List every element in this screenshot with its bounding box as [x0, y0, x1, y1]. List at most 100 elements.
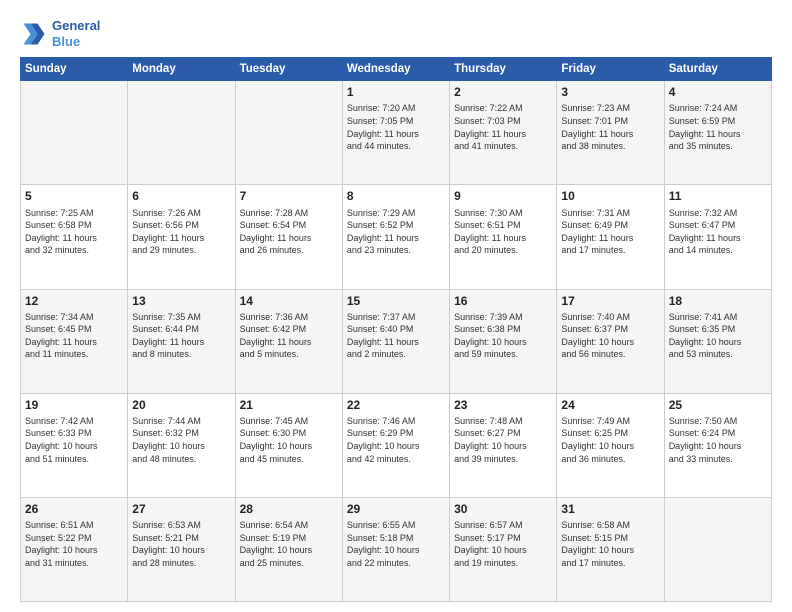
- weekday-header-wednesday: Wednesday: [342, 58, 449, 81]
- day-cell: 27 Sunrise: 6:53 AM Sunset: 5:21 PM Dayli…: [128, 497, 235, 601]
- day-number: 26: [25, 501, 123, 517]
- day-info: Sunrise: 7:45 AM Sunset: 6:30 PM Dayligh…: [240, 415, 338, 465]
- week-row-4: 19 Sunrise: 7:42 AM Sunset: 6:33 PM Dayli…: [21, 393, 772, 497]
- day-number: 5: [25, 188, 123, 204]
- day-number: 9: [454, 188, 552, 204]
- day-info: Sunrise: 7:29 AM Sunset: 6:52 PM Dayligh…: [347, 207, 445, 257]
- day-number: 30: [454, 501, 552, 517]
- day-number: 12: [25, 293, 123, 309]
- day-info: Sunrise: 7:44 AM Sunset: 6:32 PM Dayligh…: [132, 415, 230, 465]
- day-number: 24: [561, 397, 659, 413]
- day-cell: 4Sunrise: 7:24 AM Sunset: 6:59 PM Daylig…: [664, 81, 771, 185]
- day-number: 17: [561, 293, 659, 309]
- day-info: Sunrise: 7:20 AM Sunset: 7:05 PM Dayligh…: [347, 102, 445, 152]
- day-info: Sunrise: 6:57 AM Sunset: 5:17 PM Dayligh…: [454, 519, 552, 569]
- day-cell: 19 Sunrise: 7:42 AM Sunset: 6:33 PM Dayli…: [21, 393, 128, 497]
- day-cell: 28 Sunrise: 6:54 AM Sunset: 5:19 PM Dayli…: [235, 497, 342, 601]
- day-number: 29: [347, 501, 445, 517]
- day-info: Sunrise: 7:22 AM Sunset: 7:03 PM Dayligh…: [454, 102, 552, 152]
- weekday-header-friday: Friday: [557, 58, 664, 81]
- day-cell: 5 Sunrise: 7:25 AM Sunset: 6:58 PM Daylig…: [21, 185, 128, 289]
- day-number: 31: [561, 501, 659, 517]
- logo: General Blue: [20, 18, 100, 49]
- day-cell: 1Sunrise: 7:20 AM Sunset: 7:05 PM Daylig…: [342, 81, 449, 185]
- day-info: Sunrise: 6:54 AM Sunset: 5:19 PM Dayligh…: [240, 519, 338, 569]
- day-cell: [664, 497, 771, 601]
- day-cell: 8 Sunrise: 7:29 AM Sunset: 6:52 PM Daylig…: [342, 185, 449, 289]
- day-info: Sunrise: 6:53 AM Sunset: 5:21 PM Dayligh…: [132, 519, 230, 569]
- page: General Blue SundayMondayTuesdayWednesda…: [0, 0, 792, 612]
- day-info: Sunrise: 7:26 AM Sunset: 6:56 PM Dayligh…: [132, 207, 230, 257]
- day-number: 2: [454, 84, 552, 100]
- day-cell: [128, 81, 235, 185]
- day-info: Sunrise: 7:34 AM Sunset: 6:45 PM Dayligh…: [25, 311, 123, 361]
- day-info: Sunrise: 7:49 AM Sunset: 6:25 PM Dayligh…: [561, 415, 659, 465]
- day-number: 6: [132, 188, 230, 204]
- calendar-table: SundayMondayTuesdayWednesdayThursdayFrid…: [20, 57, 772, 602]
- day-number: 3: [561, 84, 659, 100]
- day-cell: 2 Sunrise: 7:22 AM Sunset: 7:03 PM Daylig…: [450, 81, 557, 185]
- weekday-header-tuesday: Tuesday: [235, 58, 342, 81]
- weekday-header-row: SundayMondayTuesdayWednesdayThursdayFrid…: [21, 58, 772, 81]
- week-row-1: 1Sunrise: 7:20 AM Sunset: 7:05 PM Daylig…: [21, 81, 772, 185]
- day-number: 7: [240, 188, 338, 204]
- day-info: Sunrise: 7:30 AM Sunset: 6:51 PM Dayligh…: [454, 207, 552, 257]
- weekday-header-thursday: Thursday: [450, 58, 557, 81]
- day-info: Sunrise: 7:35 AM Sunset: 6:44 PM Dayligh…: [132, 311, 230, 361]
- day-number: 20: [132, 397, 230, 413]
- day-info: Sunrise: 6:58 AM Sunset: 5:15 PM Dayligh…: [561, 519, 659, 569]
- day-number: 14: [240, 293, 338, 309]
- day-info: Sunrise: 7:37 AM Sunset: 6:40 PM Dayligh…: [347, 311, 445, 361]
- day-info: Sunrise: 7:40 AM Sunset: 6:37 PM Dayligh…: [561, 311, 659, 361]
- day-cell: 3Sunrise: 7:23 AM Sunset: 7:01 PM Daylig…: [557, 81, 664, 185]
- day-info: Sunrise: 7:28 AM Sunset: 6:54 PM Dayligh…: [240, 207, 338, 257]
- day-info: Sunrise: 7:32 AM Sunset: 6:47 PM Dayligh…: [669, 207, 767, 257]
- day-cell: 10Sunrise: 7:31 AM Sunset: 6:49 PM Dayli…: [557, 185, 664, 289]
- day-cell: [235, 81, 342, 185]
- day-cell: 20 Sunrise: 7:44 AM Sunset: 6:32 PM Dayli…: [128, 393, 235, 497]
- day-cell: 13 Sunrise: 7:35 AM Sunset: 6:44 PM Dayli…: [128, 289, 235, 393]
- day-number: 27: [132, 501, 230, 517]
- day-number: 18: [669, 293, 767, 309]
- day-number: 22: [347, 397, 445, 413]
- day-cell: 16 Sunrise: 7:39 AM Sunset: 6:38 PM Dayli…: [450, 289, 557, 393]
- weekday-header-sunday: Sunday: [21, 58, 128, 81]
- day-cell: 30 Sunrise: 6:57 AM Sunset: 5:17 PM Dayli…: [450, 497, 557, 601]
- day-cell: 9 Sunrise: 7:30 AM Sunset: 6:51 PM Daylig…: [450, 185, 557, 289]
- weekday-header-saturday: Saturday: [664, 58, 771, 81]
- day-cell: 15Sunrise: 7:37 AM Sunset: 6:40 PM Dayli…: [342, 289, 449, 393]
- day-info: Sunrise: 7:31 AM Sunset: 6:49 PM Dayligh…: [561, 207, 659, 257]
- day-cell: 14 Sunrise: 7:36 AM Sunset: 6:42 PM Dayli…: [235, 289, 342, 393]
- day-cell: 12 Sunrise: 7:34 AM Sunset: 6:45 PM Dayli…: [21, 289, 128, 393]
- day-cell: 6 Sunrise: 7:26 AM Sunset: 6:56 PM Daylig…: [128, 185, 235, 289]
- day-info: Sunrise: 7:46 AM Sunset: 6:29 PM Dayligh…: [347, 415, 445, 465]
- day-info: Sunrise: 7:25 AM Sunset: 6:58 PM Dayligh…: [25, 207, 123, 257]
- day-cell: [21, 81, 128, 185]
- day-cell: 25Sunrise: 7:50 AM Sunset: 6:24 PM Dayli…: [664, 393, 771, 497]
- day-cell: 21Sunrise: 7:45 AM Sunset: 6:30 PM Dayli…: [235, 393, 342, 497]
- day-cell: 22 Sunrise: 7:46 AM Sunset: 6:29 PM Dayli…: [342, 393, 449, 497]
- week-row-2: 5 Sunrise: 7:25 AM Sunset: 6:58 PM Daylig…: [21, 185, 772, 289]
- day-info: Sunrise: 7:39 AM Sunset: 6:38 PM Dayligh…: [454, 311, 552, 361]
- day-number: 8: [347, 188, 445, 204]
- day-number: 23: [454, 397, 552, 413]
- day-info: Sunrise: 7:48 AM Sunset: 6:27 PM Dayligh…: [454, 415, 552, 465]
- logo-icon: [20, 20, 48, 48]
- logo-text: General Blue: [52, 18, 100, 49]
- day-cell: 24 Sunrise: 7:49 AM Sunset: 6:25 PM Dayli…: [557, 393, 664, 497]
- day-cell: 31 Sunrise: 6:58 AM Sunset: 5:15 PM Dayli…: [557, 497, 664, 601]
- day-info: Sunrise: 7:42 AM Sunset: 6:33 PM Dayligh…: [25, 415, 123, 465]
- day-info: Sunrise: 6:55 AM Sunset: 5:18 PM Dayligh…: [347, 519, 445, 569]
- day-info: Sunrise: 7:36 AM Sunset: 6:42 PM Dayligh…: [240, 311, 338, 361]
- week-row-3: 12 Sunrise: 7:34 AM Sunset: 6:45 PM Dayli…: [21, 289, 772, 393]
- day-info: Sunrise: 7:50 AM Sunset: 6:24 PM Dayligh…: [669, 415, 767, 465]
- day-number: 16: [454, 293, 552, 309]
- day-cell: 23 Sunrise: 7:48 AM Sunset: 6:27 PM Dayli…: [450, 393, 557, 497]
- day-info: Sunrise: 7:24 AM Sunset: 6:59 PM Dayligh…: [669, 102, 767, 152]
- day-number: 28: [240, 501, 338, 517]
- day-number: 13: [132, 293, 230, 309]
- weekday-header-monday: Monday: [128, 58, 235, 81]
- day-cell: 11 Sunrise: 7:32 AM Sunset: 6:47 PM Dayli…: [664, 185, 771, 289]
- day-number: 19: [25, 397, 123, 413]
- day-number: 11: [669, 188, 767, 204]
